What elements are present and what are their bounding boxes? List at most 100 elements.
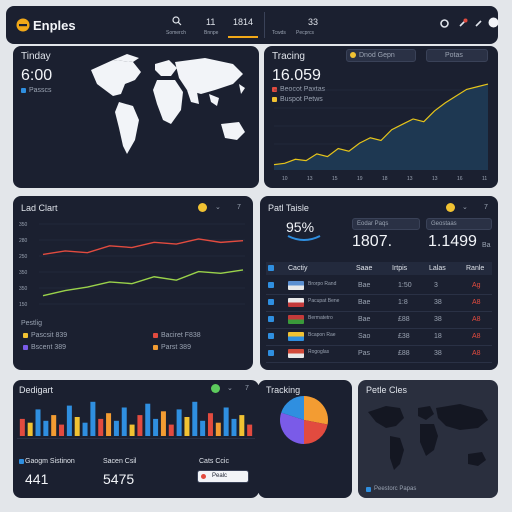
table-row[interactable]: Rogoglas Pas £88 38 A8 (266, 346, 492, 363)
notification-icon[interactable] (458, 18, 468, 28)
bar (59, 424, 65, 436)
tracing-pill2-button[interactable]: Potas (426, 49, 488, 62)
stat-pill-label: Pealc (212, 473, 228, 479)
table-header-row: Cactiy Saae Irtpis Lalas Ranle (266, 262, 492, 275)
line-chart-panel: Lad Clart ⌄ 7 350 280 250 350 350 150 Pestlig… (13, 196, 253, 370)
y-tick-label: 350 (19, 222, 28, 228)
row-cell: Bae (358, 316, 371, 323)
x-tick-label: 19 (357, 176, 363, 182)
bar (43, 420, 49, 436)
column-header[interactable]: Irtpis (392, 265, 407, 272)
row-cell: A8 (472, 316, 481, 323)
row-cell: 38 (434, 316, 442, 323)
legend-swatch (23, 345, 28, 350)
pie-panel: Tracking (258, 380, 352, 498)
kpi3-suffix: Ba (482, 242, 491, 249)
row-checkbox[interactable] (268, 299, 274, 305)
row-cell: Ag (472, 282, 481, 289)
row-cell: A8 (472, 350, 481, 357)
tracing-panel: Tracing 16.059 Beocot Paxtas Buspot Petw… (264, 46, 498, 188)
pill-dot-icon (201, 474, 206, 479)
map-panel: Tinday 6:00 Passcs (13, 46, 259, 188)
x-tick-label: 18 (382, 176, 388, 182)
tracing-pill2-label: Potas (445, 52, 463, 59)
x-tick-label: 13 (307, 176, 313, 182)
search-icon[interactable] (172, 16, 182, 26)
column-header[interactable]: Cactiy (288, 265, 307, 272)
bar (153, 418, 159, 436)
kpi2-value: 1807. (352, 233, 393, 250)
kpi3-value: 1.1499 (428, 233, 477, 250)
app-name: Enples (33, 18, 76, 33)
flag-icon (288, 315, 304, 324)
bar (200, 420, 206, 436)
flag-icon (288, 332, 304, 341)
green-series-line (42, 269, 244, 297)
map-panel-value: 6:00 (21, 67, 53, 84)
table-row[interactable]: Bermatetro Bae £88 38 A8 (266, 312, 492, 329)
menu-icon[interactable]: 7 (237, 204, 241, 211)
avatar[interactable] (488, 17, 499, 28)
menu-icon[interactable]: 7 (245, 385, 249, 392)
flag-icon (288, 298, 304, 307)
row-checkbox[interactable] (268, 282, 274, 288)
chevron-down-icon[interactable]: ⌄ (215, 204, 221, 211)
table-row[interactable]: Brorpo Rand Bae 1:50 3 Ag (266, 278, 492, 295)
kpi3-dropdown[interactable]: Geostaas (426, 218, 492, 230)
edit-icon[interactable] (474, 18, 484, 28)
world-legend-swatch (366, 487, 371, 492)
column-header[interactable]: Ranle (466, 265, 484, 272)
kpi1-arc (287, 235, 321, 241)
logo-icon (16, 18, 30, 32)
map-legend-label: Passcs (29, 87, 52, 94)
row-checkbox[interactable] (268, 350, 274, 356)
bar (90, 401, 96, 436)
legend-swatch (23, 333, 28, 338)
y-tick-label: 350 (19, 270, 28, 276)
row-cell: £88 (398, 316, 410, 323)
header-divider (264, 12, 265, 38)
column-header[interactable]: Saae (356, 265, 372, 272)
kpi3-label: Geostaas (431, 221, 457, 227)
stat-pill-button[interactable]: Pealc (197, 470, 249, 483)
select-all-checkbox[interactable] (268, 265, 274, 271)
table-row[interactable]: Pacupat Bene Bae 1:8 38 A8 (266, 295, 492, 312)
world-map-dark (368, 404, 488, 470)
row-cell: 1:8 (398, 299, 408, 306)
map-panel-title: Tinday (21, 51, 51, 62)
active-tab-underline (228, 36, 258, 38)
legend-label: Bscent 389 (31, 344, 67, 351)
table-panel-title: Patl Taisle (268, 203, 309, 213)
search-label[interactable]: Somerch (166, 31, 186, 36)
row-cell: A8 (472, 299, 481, 306)
bar (176, 409, 182, 436)
legend-label: Parst 389 (161, 344, 191, 351)
bar (106, 413, 112, 436)
bar (137, 415, 143, 436)
x-tick-label: 16 (457, 176, 463, 182)
row-checkbox[interactable] (268, 333, 274, 339)
menu-icon[interactable]: 7 (484, 204, 488, 211)
bar (74, 417, 80, 436)
pie-chart (280, 396, 328, 444)
table-row[interactable]: Bcapon Rae Sao £38 18 A8 (266, 329, 492, 346)
kpi2-label: Eodar Paqs (357, 221, 389, 227)
bar (129, 424, 135, 436)
column-header[interactable]: Lalas (429, 265, 446, 272)
row-checkbox[interactable] (268, 316, 274, 322)
tracing-pill-button[interactable]: Dnod Gepn (346, 49, 416, 62)
info-icon[interactable] (446, 203, 455, 212)
flag-icon (288, 281, 304, 290)
kpi2-dropdown[interactable]: Eodar Paqs (352, 218, 420, 230)
map-legend-swatch (21, 88, 26, 93)
info-icon[interactable] (198, 203, 207, 212)
bar (247, 424, 253, 436)
row-cell: 3 (434, 282, 438, 289)
chevron-down-icon[interactable]: ⌄ (227, 385, 233, 392)
settings-icon[interactable] (440, 19, 449, 28)
row-cell: 18 (434, 333, 442, 340)
stat1-label: Bnnpe (204, 30, 219, 36)
check-icon[interactable] (211, 384, 220, 393)
stat1-value: 11 (206, 17, 216, 27)
chevron-down-icon[interactable]: ⌄ (462, 204, 468, 211)
